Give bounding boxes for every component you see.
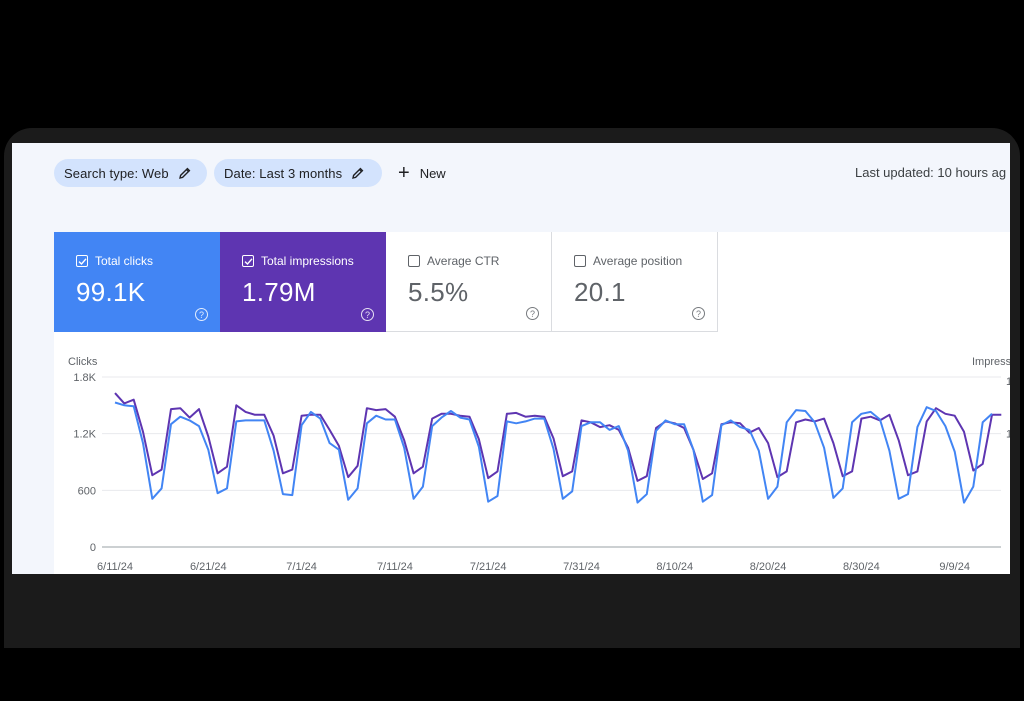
x-tick-label: 9/9/24	[939, 561, 970, 573]
pencil-icon	[352, 167, 364, 179]
date-filter-chip[interactable]: Date: Last 3 months	[214, 159, 382, 187]
search-console-performance: Search type: Web Date: Last 3 months + N…	[12, 143, 1010, 574]
right-y-tick-label: 1	[1006, 376, 1010, 388]
y-tick-label: 600	[78, 485, 96, 497]
performance-panel: Total clicks 99.1K ? Total impressions 1…	[54, 232, 1010, 574]
performance-chart: Clicks Impress 0 600 1.2K 1.8K 1 1 6/11/24 6/21/2…	[68, 356, 1010, 573]
search-type-label: Search type: Web	[64, 165, 169, 181]
x-tick-label: 8/20/24	[750, 561, 787, 573]
x-tick-label: 7/11/24	[377, 561, 413, 573]
x-tick-label: 8/30/24	[843, 561, 880, 573]
x-tick-label: 6/11/24	[97, 561, 133, 573]
y-axis-label-clicks: Clicks	[68, 356, 98, 368]
x-tick-label: 7/31/24	[563, 561, 600, 573]
plus-icon: +	[398, 162, 410, 184]
x-tick-label: 7/1/24	[286, 561, 317, 573]
last-updated-text: Last updated: 10 hours ag	[855, 165, 1007, 180]
y-tick-label: 1.8K	[73, 372, 96, 384]
series-line-clicks	[114, 401, 993, 504]
new-button-label: New	[419, 165, 446, 181]
x-tick-label: 7/21/24	[470, 561, 507, 573]
x-tick-label: 8/10/24	[656, 561, 693, 573]
date-label: Date: Last 3 months	[224, 165, 343, 181]
right-y-tick-label: 1	[1006, 429, 1010, 441]
new-filter-button[interactable]: + New	[398, 159, 446, 187]
y-axis-label-impressions: Impress	[972, 356, 1010, 368]
series-line-impressions	[114, 392, 1002, 482]
y-tick-label: 1.2K	[73, 429, 96, 441]
x-tick-label: 6/21/24	[190, 561, 227, 573]
pencil-icon	[178, 167, 191, 179]
y-tick-label: 0	[90, 542, 96, 554]
search-type-filter-chip[interactable]: Search type: Web	[54, 159, 207, 187]
